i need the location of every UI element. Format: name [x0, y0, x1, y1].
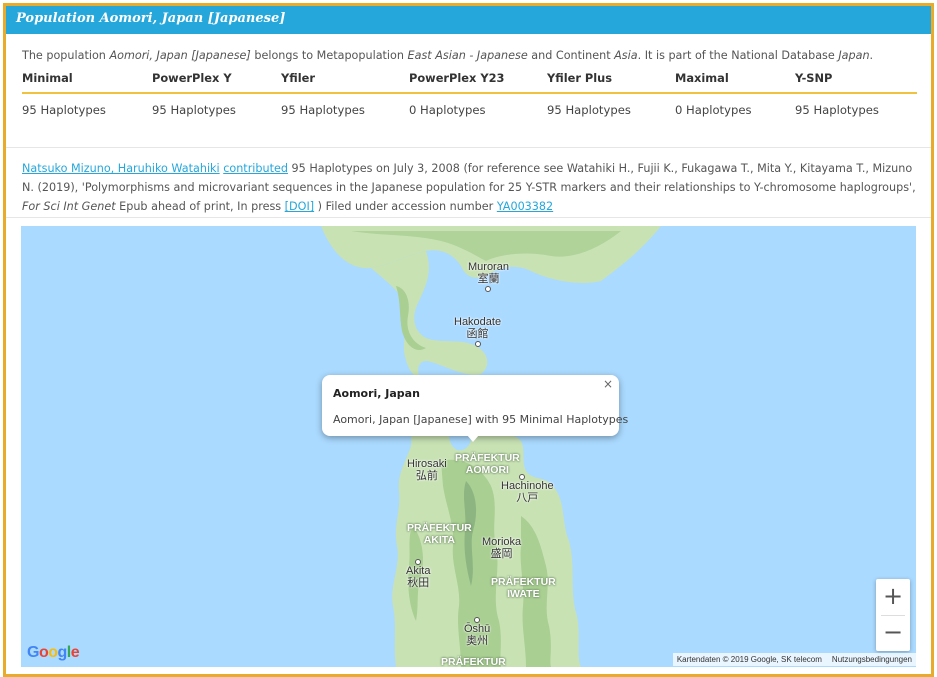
zoom-control: + − — [876, 579, 910, 651]
col-header-yfiler-plus: Yfiler Plus — [547, 70, 675, 94]
terms-link[interactable]: Nutzungsbedingungen — [832, 655, 912, 664]
cell-yfiler: 95 Haplotypes — [281, 103, 365, 117]
contribution-text: Natsuko Mizuno, Haruhiko Watahiki contri… — [22, 159, 917, 216]
population-description: The population Aomori, Japan [Japanese] … — [22, 49, 873, 62]
map-label-morioka: Morioka 盛岡 — [482, 536, 522, 560]
desc-population-name: Aomori, Japan [Japanese] — [109, 49, 251, 62]
desc-text-3: and Continent — [527, 49, 615, 62]
map-label-hakodate: Hakodate 函館 — [454, 316, 501, 347]
col-header-y-snp: Y-SNP — [795, 70, 917, 94]
map-label-pref-aomori: PRÄFEKTUR AOMORI — [455, 452, 520, 476]
close-icon[interactable]: × — [603, 377, 613, 391]
authors-link[interactable]: Natsuko Mizuno, Haruhiko Watahiki — [22, 162, 220, 175]
zoom-in-button[interactable]: + — [876, 579, 910, 615]
map-label-pref-bottom: PRÄFEKTUR — [441, 656, 506, 667]
doi-link[interactable]: [DOI] — [285, 200, 314, 213]
desc-metapopulation: East Asian - Japanese — [407, 49, 528, 62]
cell-powerplex-y: 95 Haplotypes — [152, 103, 236, 117]
popup-pointer — [467, 435, 479, 442]
map-label-muroran: Muroran 室蘭 — [468, 261, 509, 292]
journal-name: For Sci Int Genet — [22, 200, 116, 213]
accession-link[interactable]: YA003382 — [497, 200, 553, 213]
desc-database: Japan — [838, 49, 870, 62]
zoom-out-button[interactable]: − — [876, 615, 910, 651]
map-label-pref-iwate: PRÄFEKTUR IWATE — [491, 576, 556, 600]
divider — [6, 147, 931, 148]
desc-text-4: . It is part of the National Database — [637, 49, 839, 62]
col-header-powerplex-y23: PowerPlex Y23 — [409, 70, 547, 94]
panel-title: Population Aomori, Japan [Japanese] — [16, 11, 286, 26]
contribution-text-3: ) Filed under accession number — [314, 200, 497, 213]
desc-text-5: . — [869, 49, 874, 62]
col-header-yfiler: Yfiler — [281, 70, 409, 94]
map-label-pref-akita: PRÄFEKTUR AKITA — [407, 522, 472, 546]
population-panel: Population Aomori, Japan [Japanese] The … — [3, 3, 934, 677]
col-header-minimal: Minimal — [22, 70, 152, 94]
desc-continent: Asia — [614, 49, 638, 62]
cell-maximal: 0 Haplotypes — [675, 103, 752, 117]
desc-text-2: belongs to Metapopulation — [250, 49, 408, 62]
cell-powerplex-y23: 0 Haplotypes — [409, 103, 486, 117]
map-label-oshu: Ōshū 奥州 — [464, 616, 490, 647]
popup-title: Aomori, Japan — [333, 387, 420, 400]
map-data-attribution[interactable]: Kartendaten © 2019 Google, SK telecom — [677, 655, 822, 664]
divider — [6, 217, 931, 218]
map-view[interactable]: Muroran 室蘭 Hakodate 函館 Hirosaki 弘前 PRÄFEKTU… — [21, 226, 916, 667]
map-label-akita: Akita 秋田 — [406, 558, 430, 589]
popup-body: Aomori, Japan [Japanese] with 95 Minimal… — [333, 413, 629, 426]
cell-minimal: 95 Haplotypes — [22, 103, 106, 117]
contribution-text-2: Epub ahead of print, In press — [115, 200, 285, 213]
map-label-hachinohe: Hachinohe 八戸 — [501, 474, 554, 504]
map-info-popup: Aomori, Japan Aomori, Japan [Japanese] w… — [322, 375, 628, 442]
contributed-link[interactable]: contributed — [223, 162, 288, 175]
cell-y-snp: 95 Haplotypes — [795, 103, 879, 117]
haplotype-table: Minimal PowerPlex Y Yfiler PowerPlex Y23… — [22, 70, 917, 117]
google-logo[interactable]: Google — [27, 644, 80, 662]
map-attribution: Kartendaten © 2019 Google, SK telecom Nut… — [672, 653, 916, 666]
map-label-hirosaki: Hirosaki 弘前 — [407, 458, 447, 482]
cell-yfiler-plus: 95 Haplotypes — [547, 103, 631, 117]
col-header-maximal: Maximal — [675, 70, 795, 94]
map-terrain — [21, 226, 916, 667]
col-header-powerplex-y: PowerPlex Y — [152, 70, 281, 94]
panel-header: Population Aomori, Japan [Japanese] — [6, 6, 931, 34]
haplotype-header-row: Minimal PowerPlex Y Yfiler PowerPlex Y23… — [22, 70, 917, 94]
table-row: 95 Haplotypes 95 Haplotypes 95 Haplotype… — [22, 93, 917, 117]
desc-text-1: The population — [22, 49, 110, 62]
